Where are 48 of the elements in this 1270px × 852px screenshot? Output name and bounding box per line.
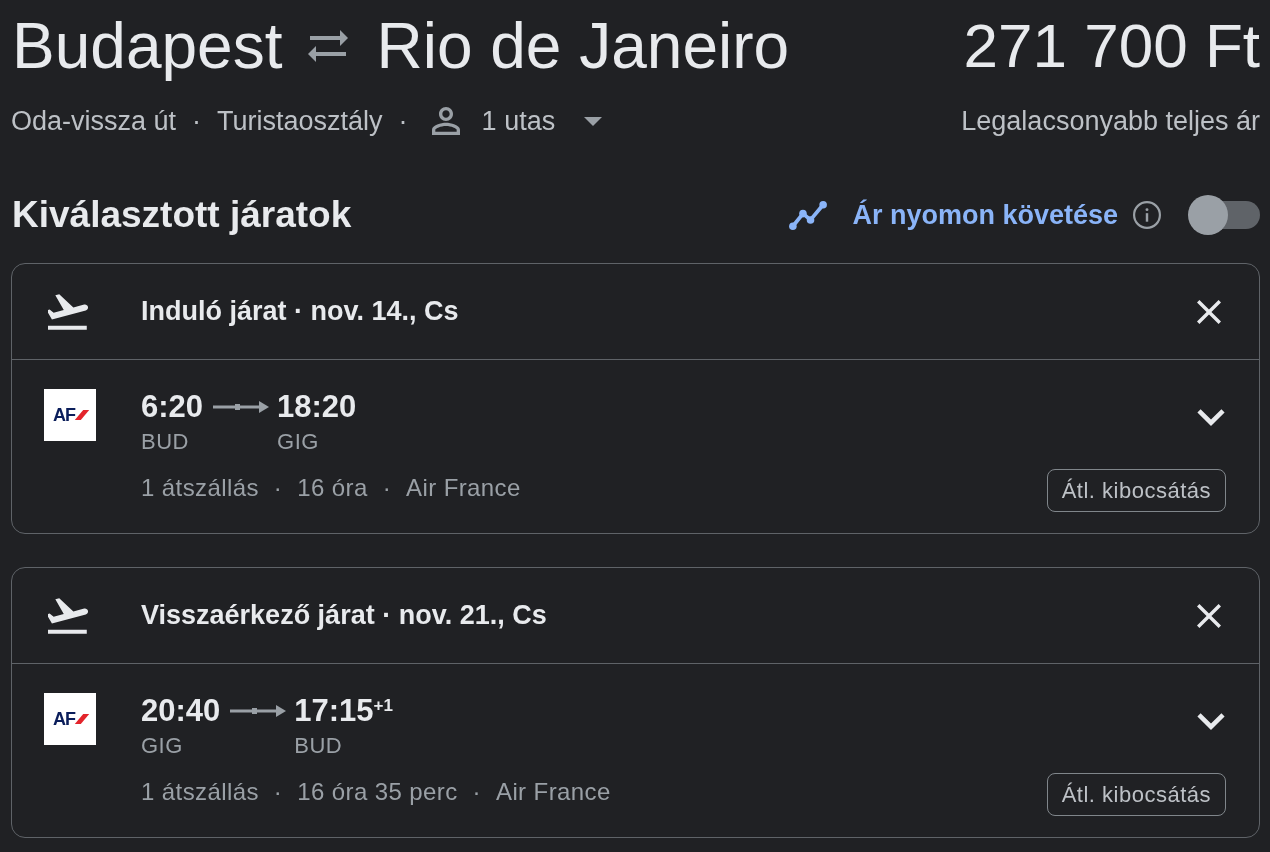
destination-city: Rio de Janeiro	[376, 14, 790, 78]
departure-time: 20:40	[141, 693, 221, 729]
airport-code: BUD	[141, 429, 190, 455]
trip-summary-text: Turistaosztály	[217, 105, 383, 137]
separator-dot: ·	[273, 473, 283, 503]
flight-header-title: Induló járat · nov. 14., Cs	[141, 295, 460, 329]
swap-arrows-icon	[308, 30, 349, 62]
trip-summary-text: Oda-vissza út	[11, 105, 177, 137]
price-caption: Legalacsonyabb teljes ár	[961, 105, 1260, 137]
flight-detail-text: Air France	[496, 777, 611, 807]
airport-code: BUD	[294, 733, 344, 759]
flight-detail-text: 1 átszállás	[141, 473, 259, 503]
flight-arrow-icon	[213, 401, 270, 413]
separator-dot: ·	[192, 105, 202, 137]
airline-logo: AF	[44, 693, 96, 745]
departure-time: 6:20	[141, 389, 204, 425]
section-title: Kiválasztott járatok	[12, 193, 352, 237]
separator-dot: ·	[382, 473, 392, 503]
chevron-down-icon	[1197, 712, 1225, 730]
toggle-switch[interactable]	[1188, 195, 1260, 235]
arrival-time: 18:20	[277, 389, 357, 425]
separator-dot: ·	[472, 777, 481, 807]
flight-detail-text: Air France	[406, 473, 521, 503]
flight-detail-text: 16 óra	[297, 473, 368, 503]
caret-icon	[584, 116, 603, 126]
airport-code: GIG	[141, 733, 184, 759]
takeoff-icon	[48, 293, 88, 330]
price-tracking-label: Ár nyomon követése	[852, 198, 1118, 232]
emissions-button[interactable]: Átl. kibocsátás	[1046, 773, 1226, 816]
day-offset: +1	[373, 695, 393, 715]
chevron-down-icon	[1197, 408, 1225, 426]
close-icon	[1197, 299, 1221, 324]
flight-detail-text: 1 átszállás	[141, 777, 259, 807]
person-icon	[431, 107, 460, 135]
flight-detail-text: 16 óra 35 perc	[297, 777, 458, 807]
separator-dot: ·	[273, 777, 283, 807]
total-price: 271 700 Ft	[963, 14, 1260, 78]
separator-dot: ·	[398, 105, 408, 137]
flight-arrow-icon	[230, 705, 287, 717]
close-icon	[1197, 603, 1221, 628]
passenger-selector[interactable]: 1 utas	[423, 105, 603, 137]
arrival-time: 17:15	[294, 693, 374, 729]
info-icon[interactable]	[1133, 201, 1161, 229]
takeoff-icon	[48, 597, 88, 634]
flight-header-title: Visszaérkező járat · nov. 21., Cs	[141, 599, 548, 633]
airline-logo: AF	[44, 389, 96, 441]
emissions-button[interactable]: Átl. kibocsátás	[1046, 469, 1226, 512]
airport-code: GIG	[277, 429, 320, 455]
